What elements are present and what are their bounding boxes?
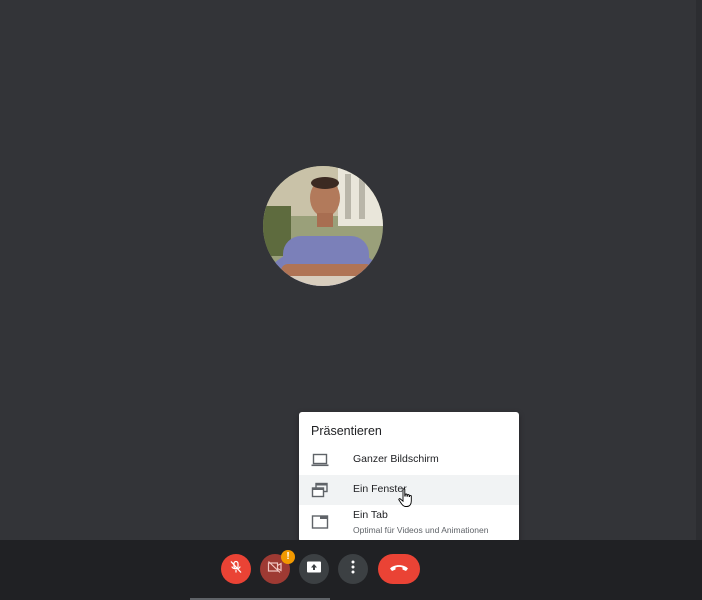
menu-item-entire-screen[interactable]: Ganzer Bildschirm xyxy=(299,445,519,475)
more-options-button[interactable] xyxy=(338,554,368,584)
menu-item-a-tab[interactable]: Ein Tab Optimal für Videos und Animation… xyxy=(299,505,519,541)
side-edge xyxy=(696,0,702,540)
camera-warning-badge: ! xyxy=(281,550,295,564)
more-vert-icon xyxy=(351,560,355,579)
present-menu-title: Präsentieren xyxy=(311,424,382,438)
menu-item-sublabel: Optimal für Videos und Animationen xyxy=(353,525,489,535)
present-screen-icon xyxy=(306,560,322,579)
mic-toggle-button[interactable] xyxy=(221,554,251,584)
hangup-button[interactable] xyxy=(378,554,420,584)
camera-off-icon xyxy=(267,560,283,579)
menu-item-label: Ein Tab xyxy=(353,509,388,521)
mic-off-icon xyxy=(229,560,243,579)
hangup-icon xyxy=(389,560,409,578)
laptop-icon xyxy=(311,452,329,468)
present-now-button[interactable] xyxy=(299,554,329,584)
menu-item-label: Ganzer Bildschirm xyxy=(353,453,439,465)
call-controls-bar xyxy=(0,540,702,600)
tab-icon xyxy=(311,514,329,530)
hand-pointer-icon xyxy=(398,488,414,508)
participant-avatar xyxy=(263,166,383,286)
window-icon xyxy=(311,482,329,498)
meeting-stage: Präsentieren Ganzer Bildschirm Ein Fenst… xyxy=(0,0,702,600)
